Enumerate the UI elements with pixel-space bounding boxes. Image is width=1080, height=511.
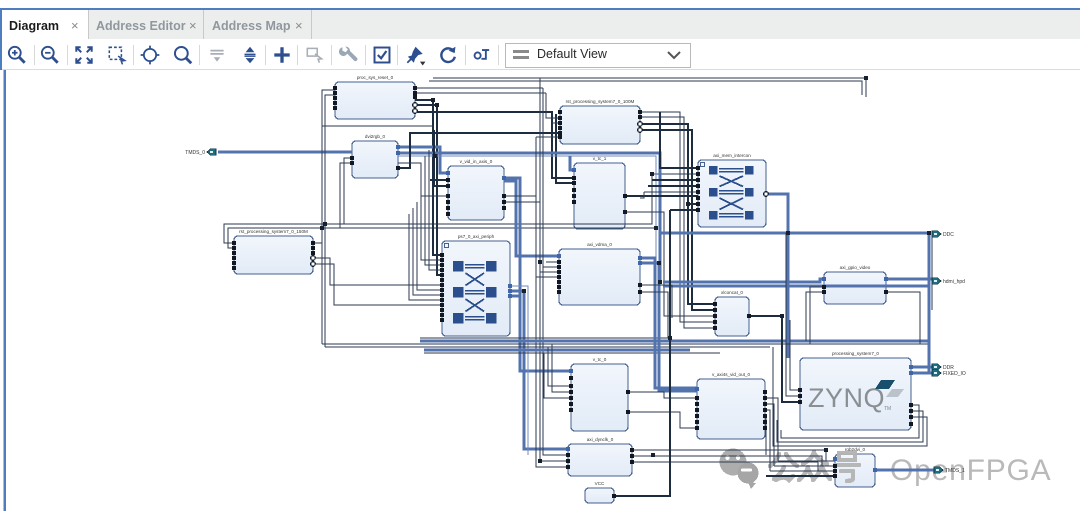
svg-text:TMDS_1: TMDS_1 xyxy=(945,468,965,474)
svg-text:rst_processing_system7_0_100M: rst_processing_system7_0_100M xyxy=(566,99,635,104)
svg-text:v_tc_1: v_tc_1 xyxy=(593,156,607,161)
svg-text:v_tc_0: v_tc_0 xyxy=(593,357,607,362)
svg-text:hdmi_hpd: hdmi_hpd xyxy=(943,279,965,285)
svg-text:axi_dynclk_0: axi_dynclk_0 xyxy=(587,437,614,442)
svg-text:DDC: DDC xyxy=(943,232,954,238)
svg-text:axi_gpio_video: axi_gpio_video xyxy=(840,265,871,270)
svg-text:xlconcat_0: xlconcat_0 xyxy=(721,290,743,295)
svg-text:v_vid_in_axis_0: v_vid_in_axis_0 xyxy=(460,159,493,164)
svg-text:ZYNQ: ZYNQ xyxy=(808,383,885,413)
svg-text:TMDS_0: TMDS_0 xyxy=(185,150,205,156)
svg-text:dvi2rgb_0: dvi2rgb_0 xyxy=(365,134,386,139)
svg-text:TM: TM xyxy=(884,406,891,412)
svg-text:proc_sys_reset_0: proc_sys_reset_0 xyxy=(357,75,394,80)
svg-text:axi_mem_intercon: axi_mem_intercon xyxy=(713,153,751,158)
svg-text:processing_system7_0: processing_system7_0 xyxy=(832,351,879,356)
svg-text:ps7_0_axi_periph: ps7_0_axi_periph xyxy=(458,234,495,239)
svg-text:FIXED_IO: FIXED_IO xyxy=(943,371,966,377)
svg-text:axi_vdma_0: axi_vdma_0 xyxy=(587,242,612,247)
svg-text:VCC: VCC xyxy=(595,481,605,486)
svg-text:v_axi4s_vid_out_0: v_axi4s_vid_out_0 xyxy=(712,372,750,377)
svg-text:rst_processing_system7_0_150M: rst_processing_system7_0_150M xyxy=(239,229,308,234)
